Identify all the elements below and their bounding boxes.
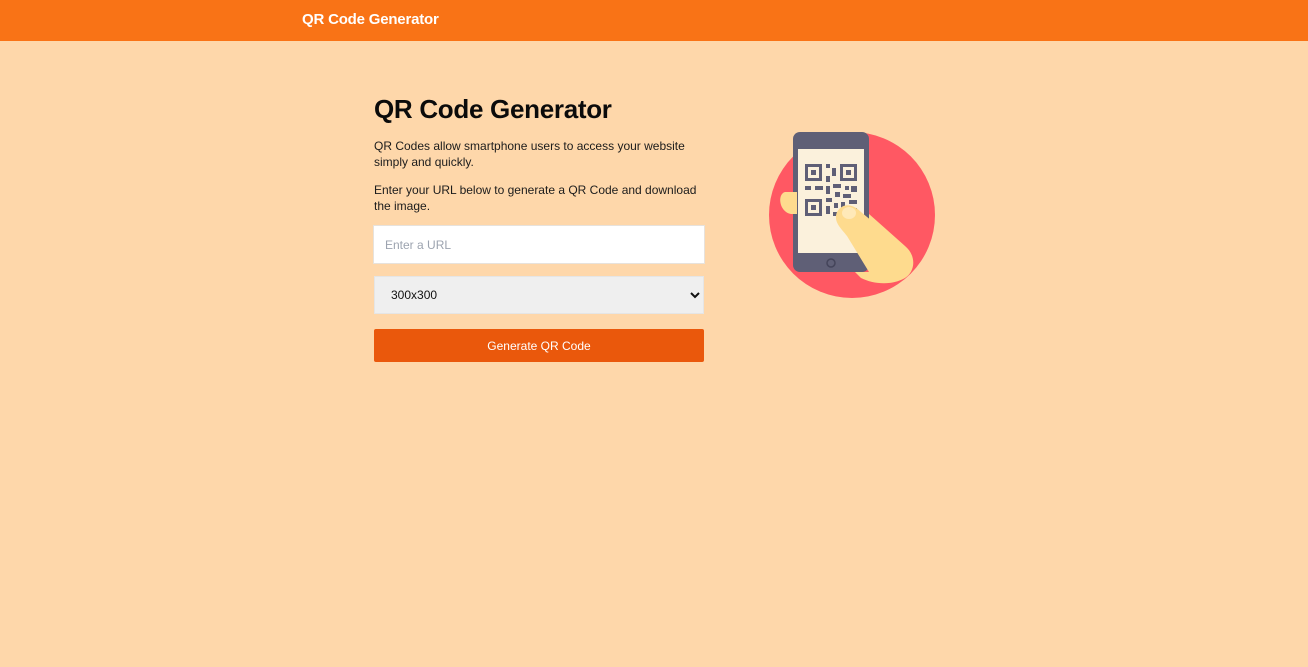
phone-qr-scan-icon [769,132,935,298]
top-nav-bar: QR Code Generator [0,0,1308,41]
description-text-2: Enter your URL below to generate a QR Co… [374,183,697,213]
size-select[interactable]: 300x300 [374,276,704,314]
description-text-1: QR Codes allow smartphone users to acces… [374,139,685,169]
generate-qr-button[interactable]: Generate QR Code [374,329,704,362]
url-input[interactable] [373,225,705,264]
brand-title[interactable]: QR Code Generator [302,11,439,28]
main-content: QR Code Generator QR Codes allow smartph… [373,92,705,362]
page-title: QR Code Generator [374,94,612,124]
